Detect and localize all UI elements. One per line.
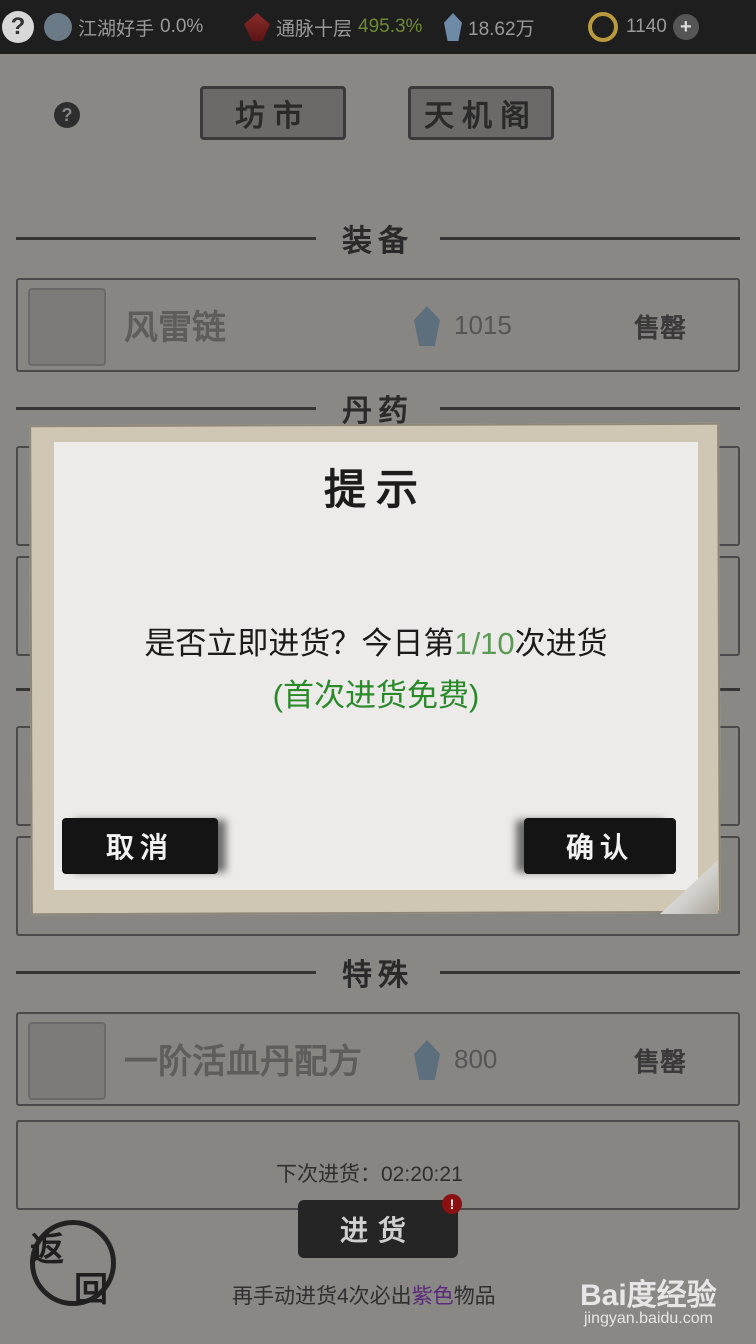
rank-progress: 0.0%: [160, 16, 204, 37]
section-header-equipment: 装备: [16, 218, 740, 259]
rank-indicator: 江湖好手 0.0%: [44, 0, 203, 54]
rank-title: 江湖好手: [78, 18, 155, 40]
tab-tianji-pavilion[interactable]: 天机阁: [408, 86, 554, 140]
section-header-special: 特殊: [16, 952, 740, 993]
baidu-watermark-logo: Bai度经验: [580, 1279, 717, 1312]
help-icon[interactable]: ?: [2, 0, 34, 54]
sold-out-label: 售罄: [634, 1048, 687, 1078]
add-gold-button[interactable]: +: [672, 14, 699, 40]
spirit-stone-indicator: 18.62万: [444, 0, 535, 54]
gold-indicator: 1140 +: [588, 0, 699, 54]
restock-hint: 再手动进货4次必出紫色物品: [232, 1285, 496, 1308]
dialog-free-note: (首次进货免费): [272, 678, 480, 713]
status-bar: ? 江湖好手 0.0% 通脉十层 495.3% 18.62万 1140 +: [0, 0, 756, 54]
spirit-stone-icon: [414, 1040, 440, 1080]
tab-market[interactable]: 坊市: [200, 86, 346, 140]
baidu-watermark-url: jingyan.baidu.com: [584, 1310, 713, 1327]
dialog-title: 提示: [323, 465, 428, 514]
realm-icon: [244, 13, 270, 41]
back-label-top: 返: [30, 1230, 64, 1270]
item-price: 1015: [454, 310, 512, 340]
realm-indicator: 通脉十层 495.3%: [244, 0, 422, 54]
spirit-stone-icon: [414, 306, 440, 346]
realm-name: 通脉十层: [276, 18, 353, 40]
restock-button[interactable]: 进货: [298, 1200, 458, 1258]
scroll-item-icon: [28, 1022, 106, 1100]
market-help-icon[interactable]: ?: [54, 102, 80, 128]
gold-icon: [588, 12, 618, 42]
shop-item-row[interactable]: 一阶活血丹配方 800 售罄: [16, 1012, 740, 1106]
cancel-button[interactable]: 取消: [62, 818, 218, 874]
gold-count: 1140: [626, 16, 667, 37]
confirm-button[interactable]: 确认: [524, 818, 676, 874]
sold-out-label: 售罄: [634, 314, 687, 344]
realm-progress: 495.3%: [358, 16, 423, 37]
item-name: 一阶活血丹配方: [124, 1042, 362, 1082]
next-restock-timer: 下次进货：02:20:21: [276, 1163, 463, 1186]
section-header-pills: 丹药: [16, 388, 740, 429]
dialog-message: 是否立即进货？今日第1/10次进货: [144, 626, 608, 661]
chain-item-icon: [28, 288, 106, 366]
item-price: 800: [454, 1044, 498, 1074]
rank-icon: [44, 13, 72, 41]
spirit-stone-icon: [444, 13, 462, 41]
back-label-bottom: 回: [74, 1270, 108, 1310]
spirit-stone-count: 18.62万: [468, 18, 535, 40]
item-name: 风雷链: [124, 308, 226, 348]
notification-badge: !: [442, 1194, 462, 1214]
shop-item-row[interactable]: 风雷链 1015 售罄: [16, 278, 740, 372]
